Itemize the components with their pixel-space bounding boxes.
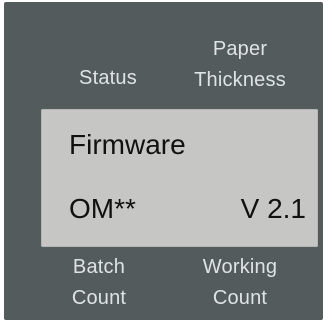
paper-thickness-key[interactable]: Paper Thickness (160, 34, 320, 96)
top-key-row: Status Paper Thickness (52, 31, 312, 91)
paper-thickness-key-label-line-1: Paper (212, 38, 268, 60)
working-count-key[interactable]: Working Count (178, 252, 302, 314)
working-count-key-label-line-1: Working (202, 256, 278, 278)
bottom-key-row: Batch Count Working Count (44, 252, 314, 317)
batch-count-key-label-line-1: Batch (72, 256, 126, 278)
paper-thickness-key-label-line-2: Thickness (194, 69, 286, 91)
display-version: V 2.1 (240, 193, 306, 224)
control-panel: Status Paper Thickness Firmware OM** V 2… (4, 2, 323, 320)
display-model: OM** (69, 193, 136, 224)
display-title: Firmware (69, 129, 186, 160)
batch-count-key-label-line-2: Count (71, 287, 127, 309)
status-key-label: Status (79, 67, 137, 89)
batch-count-key[interactable]: Batch Count (54, 252, 144, 314)
lcd-display: Firmware OM** V 2.1 (41, 109, 318, 247)
working-count-key-label-line-2: Count (212, 287, 268, 309)
status-key[interactable]: Status (62, 67, 154, 89)
